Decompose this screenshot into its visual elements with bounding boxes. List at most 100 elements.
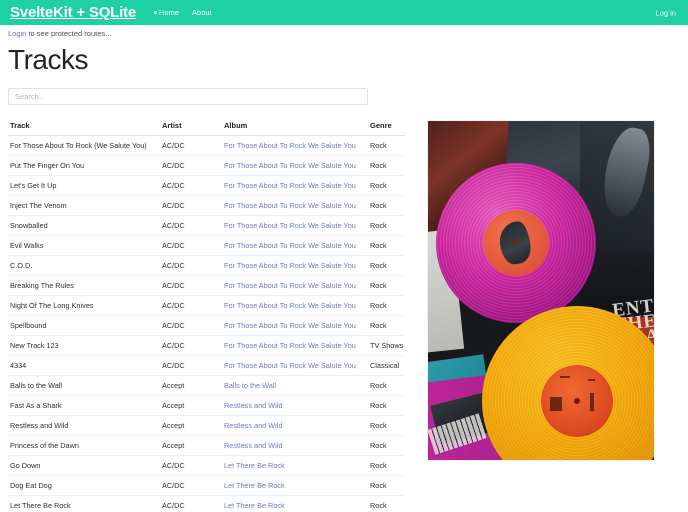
log-in-label: Log in [655, 8, 676, 17]
album-link[interactable]: For Those About To Rock We Salute You [224, 161, 356, 170]
table-row[interactable]: Put The Finger On You AC/DC For Those Abou… [8, 155, 405, 176]
cell-album: For Those About To Rock We Salute You [222, 315, 368, 336]
tracks-table-head: Track Artist Album Genre [8, 117, 405, 136]
notice-text: to see protected routes... [26, 29, 112, 38]
table-row[interactable]: Let There Be Rock AC/DC Let There Be Rock R… [8, 495, 405, 512]
table-row[interactable]: Snowballed AC/DC For Those About To Rock W… [8, 215, 405, 236]
cell-album: For Those About To Rock We Salute You [222, 215, 368, 236]
cell-genre: Rock [368, 395, 405, 416]
table-row[interactable]: New Track 123 AC/DC For Those About To Roc… [8, 335, 405, 356]
album-link[interactable]: For Those About To Rock We Salute You [224, 181, 356, 190]
table-row[interactable]: For Those About To Rock (We Salute You) A… [8, 135, 405, 156]
album-link[interactable]: Balls to the Wall [224, 381, 276, 390]
album-link[interactable]: For Those About To Rock We Salute You [224, 141, 356, 150]
log-in-button[interactable]: Log in [656, 8, 676, 17]
vinyl-records-photo: ENTER THE HEAVY [427, 120, 655, 461]
cell-artist: AC/DC [160, 335, 222, 356]
cell-album: Let There Be Rock [222, 455, 368, 476]
cell-track: New Track 123 [8, 335, 160, 356]
cell-album: For Those About To Rock We Salute You [222, 135, 368, 156]
album-link[interactable]: For Those About To Rock We Salute You [224, 281, 356, 290]
cell-artist: Accept [160, 395, 222, 416]
table-row[interactable]: C.O.D. AC/DC For Those About To Rock We Sa… [8, 255, 405, 276]
cell-artist: AC/DC [160, 495, 222, 512]
cell-track: Evil Walks [8, 235, 160, 256]
cell-artist: AC/DC [160, 175, 222, 196]
table-row[interactable]: Restless and Wild Accept Restless and Wild… [8, 415, 405, 436]
cell-genre: Rock [368, 275, 405, 296]
table-row[interactable]: Night Of The Long Knives AC/DC For Those A… [8, 295, 405, 316]
cell-track: C.O.D. [8, 255, 160, 276]
album-link[interactable]: For Those About To Rock We Salute You [224, 301, 356, 310]
table-row[interactable]: Fast As a Shark Accept Restless and Wild Ro… [8, 395, 405, 416]
album-link[interactable]: Restless and Wild [224, 421, 282, 430]
table-row[interactable]: Spellbound AC/DC For Those About To Rock W… [8, 315, 405, 336]
cell-artist: AC/DC [160, 235, 222, 256]
cell-genre: Rock [368, 215, 405, 236]
table-row[interactable]: Inject The Venom AC/DC For Those About To … [8, 195, 405, 216]
cell-track: Put The Finger On You [8, 155, 160, 176]
cell-track: 4334 [8, 355, 160, 376]
login-link[interactable]: Login [8, 29, 26, 38]
table-row[interactable]: 4334 AC/DC For Those About To Rock We Salu… [8, 355, 405, 376]
cell-artist: AC/DC [160, 255, 222, 276]
album-link[interactable]: For Those About To Rock We Salute You [224, 221, 356, 230]
album-link[interactable]: Restless and Wild [224, 441, 282, 450]
album-link[interactable]: Restless and Wild [224, 401, 282, 410]
cell-genre: Rock [368, 135, 405, 156]
album-link[interactable]: For Those About To Rock We Salute You [224, 261, 356, 270]
artwork-column: ENTER THE HEAVY [413, 40, 680, 461]
cell-genre: Rock [368, 235, 405, 256]
album-link[interactable]: For Those About To Rock We Salute You [224, 341, 356, 350]
album-link[interactable]: Let There Be Rock [224, 461, 285, 470]
brand-title[interactable]: SvelteKit + SQLite [10, 4, 136, 21]
cell-artist: AC/DC [160, 135, 222, 156]
tracks-table: Track Artist Album Genre For Those About… [8, 117, 405, 512]
column-header-album[interactable]: Album [222, 117, 368, 136]
cell-artist: AC/DC [160, 315, 222, 336]
album-link[interactable]: Let There Be Rock [224, 501, 285, 510]
cell-artist: AC/DC [160, 295, 222, 316]
page-body: Tracks Track Artist Album Genre For Thos… [0, 40, 688, 512]
cell-track: For Those About To Rock (We Salute You) [8, 135, 160, 156]
album-link[interactable]: For Those About To Rock We Salute You [224, 241, 356, 250]
search-input[interactable] [8, 88, 368, 105]
tracks-table-body: For Those About To Rock (We Salute You) A… [8, 135, 405, 512]
cell-track: Restless and Wild [8, 415, 160, 436]
yellow-vinyl-hole [574, 398, 580, 404]
column-header-track[interactable]: Track [8, 117, 160, 136]
album-link[interactable]: For Those About To Rock We Salute You [224, 321, 356, 330]
album-link[interactable]: For Those About To Rock We Salute You [224, 201, 356, 210]
cell-album: For Those About To Rock We Salute You [222, 235, 368, 256]
album-link[interactable]: Let There Be Rock [224, 481, 285, 490]
cell-genre: Rock [368, 415, 405, 436]
cell-genre: Rock [368, 195, 405, 216]
cell-track: Snowballed [8, 215, 160, 236]
cell-genre: TV Shows [368, 335, 405, 356]
table-row[interactable]: Go Down AC/DC Let There Be Rock Rock [8, 455, 405, 476]
column-header-artist[interactable]: Artist [160, 117, 222, 136]
cell-track: Let's Get It Up [8, 175, 160, 196]
nav-link-home[interactable]: Home [154, 8, 179, 17]
page-title: Tracks [8, 44, 88, 75]
cell-artist: Accept [160, 415, 222, 436]
nav-link-about[interactable]: About [192, 8, 212, 17]
cell-artist: Accept [160, 375, 222, 396]
table-row[interactable]: Dog Eat Dog AC/DC Let There Be Rock Rock [8, 475, 405, 496]
cell-genre: Rock [368, 475, 405, 496]
album-link[interactable]: For Those About To Rock We Salute You [224, 361, 356, 370]
table-row[interactable]: Breaking The Rules AC/DC For Those About T… [8, 275, 405, 296]
cell-genre: Rock [368, 315, 405, 336]
table-row[interactable]: Princess of the Dawn Accept Restless and W… [8, 435, 405, 456]
cell-album: Balls to the Wall [222, 375, 368, 396]
pink-vinyl-hole [513, 240, 518, 245]
table-row[interactable]: Let's Get It Up AC/DC For Those About To R… [8, 175, 405, 196]
yellow-vinyl-label-mark-1 [560, 376, 570, 378]
cell-artist: AC/DC [160, 475, 222, 496]
cell-track: Fast As a Shark [8, 395, 160, 416]
table-row[interactable]: Balls to the Wall Accept Balls to the Wall… [8, 375, 405, 396]
cell-album: For Those About To Rock We Salute You [222, 255, 368, 276]
cell-album: For Those About To Rock We Salute You [222, 295, 368, 316]
column-header-genre[interactable]: Genre [368, 117, 405, 136]
table-row[interactable]: Evil Walks AC/DC For Those About To Rock W… [8, 235, 405, 256]
